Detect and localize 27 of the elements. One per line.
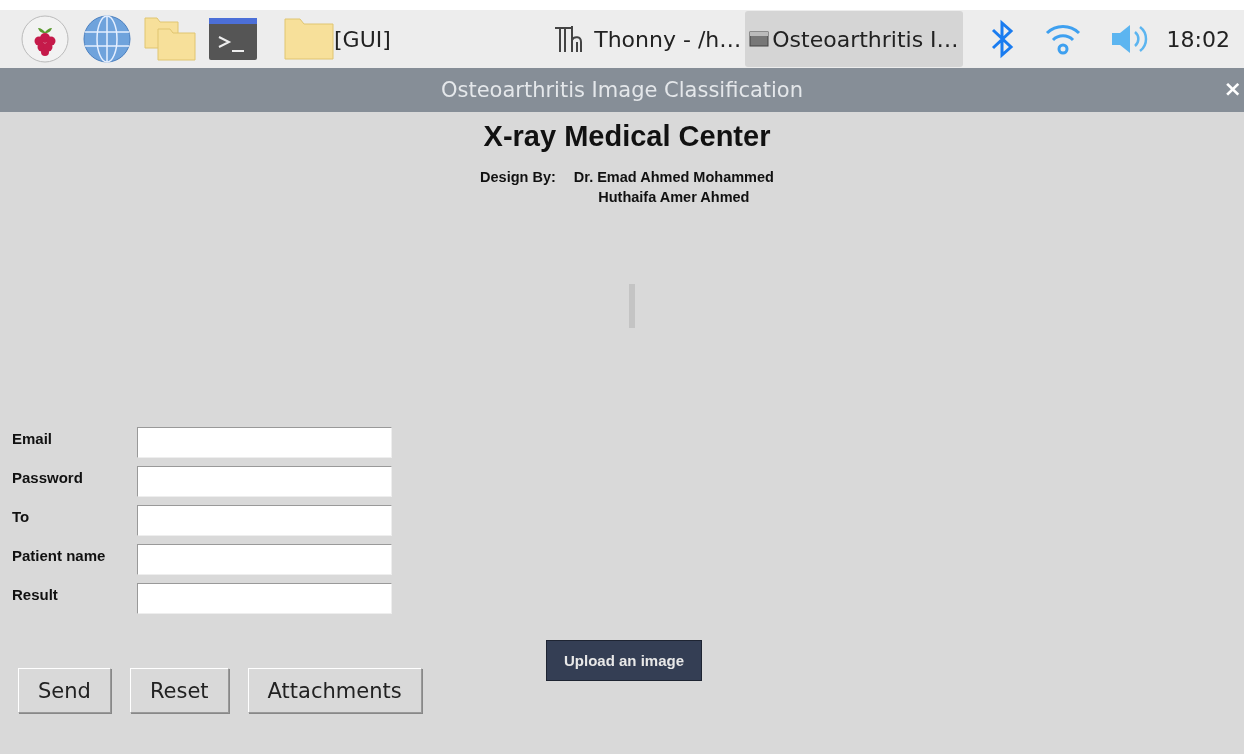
designer-name: Dr. Emad Ahmed Mohammed [573,168,774,187]
field-label: Patient name [11,546,107,564]
raspberry-logo-icon[interactable] [20,14,70,64]
taskbar-task[interactable]: Osteoarthritis I… [745,11,963,67]
form-button[interactable]: Send [18,668,111,713]
input-field[interactable] [137,427,392,458]
field-label: Password [11,468,84,486]
app-heading: X-ray Medical Center [482,120,771,153]
field-label: Result [11,585,59,603]
input-field[interactable] [137,583,392,614]
input-field[interactable] [137,505,392,536]
globe-icon[interactable] [82,14,132,64]
designer-name: Huthaifa Amer Ahmed [598,188,750,207]
window-icon [749,31,770,47]
upload-button[interactable]: Upload an image [546,640,703,681]
clock[interactable]: 18:02 [1166,26,1230,52]
form-button[interactable]: Attachments [247,668,422,713]
input-field[interactable] [137,544,392,575]
window-title: Osteoarthritis Image Classification [440,78,804,102]
taskbar-task[interactable]: Thonny - /h… [548,11,746,67]
terminal-icon[interactable] [208,17,258,61]
design-by-label: Design By: [480,168,556,187]
field-label: Email [11,429,54,447]
input-field[interactable] [137,466,392,497]
field-label: To [11,507,31,525]
folder-label[interactable]: [GUI] [334,26,391,52]
form-button[interactable]: Reset [129,668,229,713]
